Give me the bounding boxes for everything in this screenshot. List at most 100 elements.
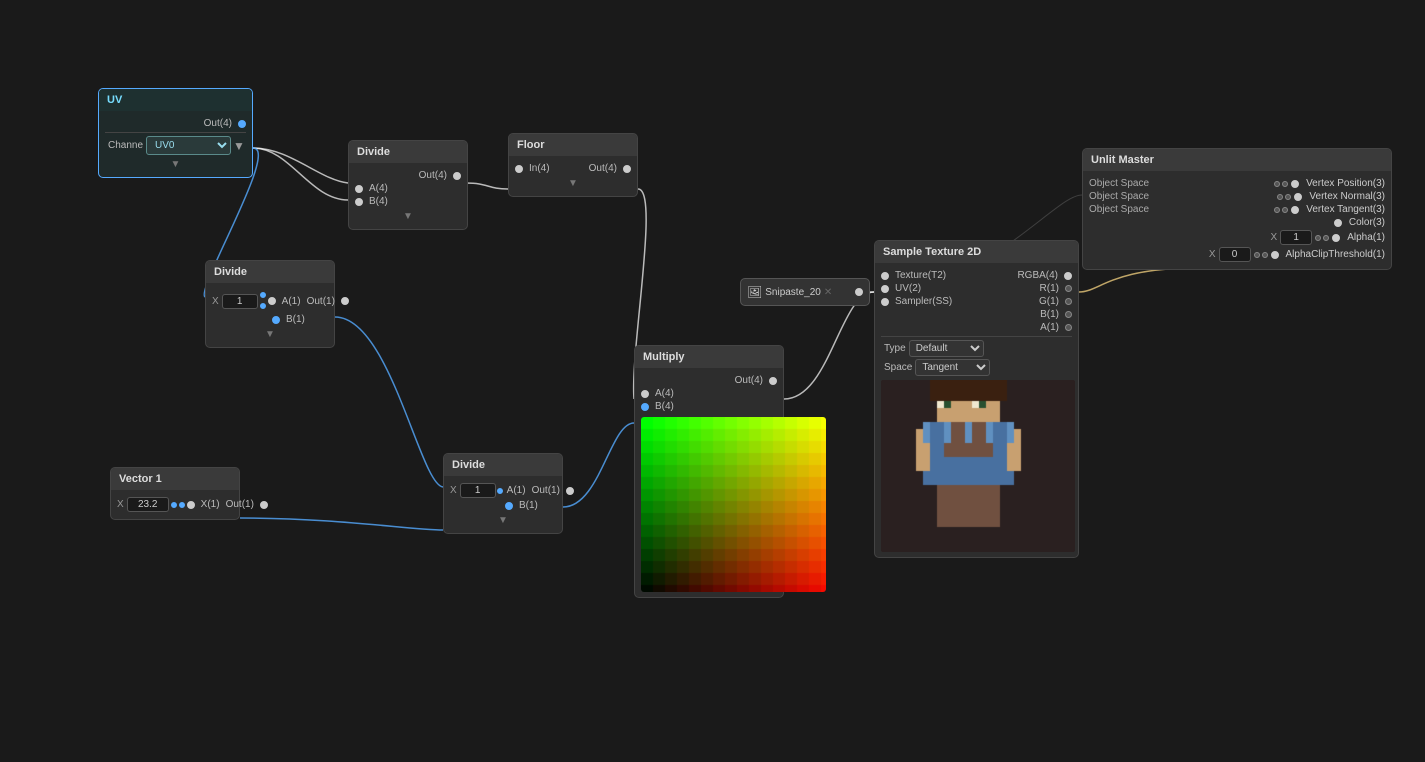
unlit-r3-dot1 xyxy=(1274,207,1280,213)
vector1-x-input[interactable] xyxy=(127,497,169,512)
sample-sampler-port[interactable] xyxy=(881,298,889,306)
sample-type-select[interactable]: Default xyxy=(909,340,984,357)
floor-out-label: Out(4) xyxy=(586,163,620,174)
uv-out-row: Out(4) xyxy=(105,118,246,129)
divide-top-out-port[interactable] xyxy=(453,172,461,180)
uv-expand-chevron[interactable]: ▼ xyxy=(105,157,246,172)
multiply-out-port[interactable] xyxy=(769,377,777,385)
divide-bot-b-port[interactable] xyxy=(505,502,513,510)
unlit-row2-right: Vertex Normal(3) xyxy=(1305,191,1385,202)
unlit-r6-in-port[interactable] xyxy=(1271,251,1279,259)
uv-channel-select[interactable]: UV0 UV1 xyxy=(146,136,231,155)
floor-in-port[interactable] xyxy=(515,165,523,173)
multiply-preview xyxy=(641,417,826,592)
unlit-row-1: Object Space Vertex Position(3) xyxy=(1089,178,1385,189)
node-floor: Floor In(4) Out(4) ▼ xyxy=(508,133,638,197)
divide-bot-chevron[interactable]: ▼ xyxy=(450,513,556,528)
floor-chevron[interactable]: ▼ xyxy=(515,176,631,191)
node-divide-mid: Divide X A(1) Out(1) B(1) xyxy=(205,260,335,348)
floor-out-port[interactable] xyxy=(623,165,631,173)
pixel-canvas xyxy=(881,380,1075,552)
sample-uv-row: UV(2) R(1) xyxy=(881,283,1072,294)
sample-type-row: Type Default xyxy=(881,340,1072,357)
divide-top-chevron[interactable]: ▼ xyxy=(355,209,461,224)
divide-bot-out-port[interactable] xyxy=(566,487,574,495)
floor-ports-row: In(4) Out(4) xyxy=(515,163,631,174)
sample-uv-port[interactable] xyxy=(881,285,889,293)
divide-top-a-row: A(4) xyxy=(355,183,461,194)
node-vector1-header: Vector 1 xyxy=(111,468,239,490)
unlit-r5-x-input[interactable] xyxy=(1280,230,1312,245)
v1-dot2 xyxy=(179,502,185,508)
divide-mid-x-dot1 xyxy=(260,292,266,298)
divide-mid-chevron[interactable]: ▼ xyxy=(212,327,328,342)
divide-mid-x-label: X xyxy=(212,296,222,307)
divide-top-b-label: B(4) xyxy=(366,196,391,207)
divide-mid-x-input[interactable] xyxy=(222,294,258,309)
snipaste-close[interactable]: ✕ xyxy=(824,287,832,298)
sample-space-select[interactable]: Tangent xyxy=(915,359,990,376)
unlit-row6-right: AlphaClipThreshold(1) xyxy=(1282,249,1386,260)
unlit-r6-dot2 xyxy=(1262,252,1268,258)
v1-dot1 xyxy=(171,502,177,508)
multiply-b-label: B(4) xyxy=(652,401,677,412)
snipaste-row: 🖼 Snipaste_20 ✕ xyxy=(747,285,863,299)
sample-b-port[interactable] xyxy=(1065,311,1072,318)
floor-in-label: In(4) xyxy=(526,163,553,174)
unlit-r1-in-port[interactable] xyxy=(1291,180,1299,188)
node-sample-texture: Sample Texture 2D Texture(T2) RGBA(4) UV… xyxy=(874,240,1079,558)
unlit-r3-in-port[interactable] xyxy=(1291,206,1299,214)
node-vector1-title: Vector 1 xyxy=(119,473,162,485)
unlit-r4-in-port[interactable] xyxy=(1334,219,1342,227)
divide-bot-dot xyxy=(497,488,503,494)
sample-texture-port[interactable] xyxy=(881,272,889,280)
divide-top-out-label: Out(4) xyxy=(416,170,450,181)
divide-mid-a-label: A(1) xyxy=(279,296,304,307)
divide-bot-b-label: B(1) xyxy=(516,500,541,511)
sample-r-port[interactable] xyxy=(1065,285,1072,292)
vector1-xlabel: X(1) xyxy=(198,499,223,510)
node-divide-mid-header: Divide xyxy=(206,261,334,283)
unlit-row1-left: Object Space xyxy=(1089,178,1271,189)
unlit-row2-dots xyxy=(1277,194,1291,200)
sample-space-label: Space xyxy=(881,362,915,373)
divide-top-b-port[interactable] xyxy=(355,198,363,206)
divide-mid-x-dot2 xyxy=(260,303,266,309)
snipaste-out-port[interactable] xyxy=(855,288,863,296)
unlit-r2-in-port[interactable] xyxy=(1294,193,1302,201)
node-snipaste: 🖼 Snipaste_20 ✕ xyxy=(740,278,870,306)
divide-top-a-port[interactable] xyxy=(355,185,363,193)
node-multiply-header: Multiply xyxy=(635,346,783,368)
uv-out-port[interactable] xyxy=(238,120,246,128)
uv-channel-row: Channe UV0 UV1 ▼ xyxy=(105,136,246,155)
unlit-r6-x-input[interactable] xyxy=(1219,247,1251,262)
unlit-r2-dot1 xyxy=(1277,194,1283,200)
sample-g-port[interactable] xyxy=(1065,298,1072,305)
node-multiply: Multiply Out(4) A(4) B(4) xyxy=(634,345,784,598)
sample-a-port[interactable] xyxy=(1065,324,1072,331)
multiply-a-label: A(4) xyxy=(652,388,677,399)
divide-mid-b-port[interactable] xyxy=(272,316,280,324)
unlit-r5-dot1 xyxy=(1315,235,1321,241)
divide-mid-out-port[interactable] xyxy=(341,297,349,305)
vector1-out-port[interactable] xyxy=(260,501,268,509)
divide-mid-x-row: X A(1) Out(1) xyxy=(212,290,328,312)
node-vector1: Vector 1 X X(1) Out(1) xyxy=(110,467,240,520)
divide-bot-x-row: X A(1) Out(1) xyxy=(450,483,556,498)
divide-bot-x-input[interactable] xyxy=(460,483,496,498)
unlit-row3-right: Vertex Tangent(3) xyxy=(1302,204,1385,215)
vector1-x-port[interactable] xyxy=(187,501,195,509)
sample-g-label: G(1) xyxy=(1036,296,1062,307)
unlit-r5-in-port[interactable] xyxy=(1332,234,1340,242)
sample-space-row: Space Tangent xyxy=(881,359,1072,376)
divide-mid-out-label: Out(1) xyxy=(304,296,338,307)
sample-b-label: B(1) xyxy=(1037,309,1062,320)
sample-uv-label: UV(2) xyxy=(892,283,924,294)
divide-bot-a-label: A(1) xyxy=(504,485,529,496)
divide-mid-b-row: B(1) xyxy=(212,314,328,325)
divide-mid-a-port[interactable] xyxy=(268,297,276,305)
multiply-b-port[interactable] xyxy=(641,403,649,411)
multiply-a-port[interactable] xyxy=(641,390,649,398)
sample-rgba-port[interactable] xyxy=(1064,272,1072,280)
snipaste-title: Snipaste_20 xyxy=(765,287,821,298)
